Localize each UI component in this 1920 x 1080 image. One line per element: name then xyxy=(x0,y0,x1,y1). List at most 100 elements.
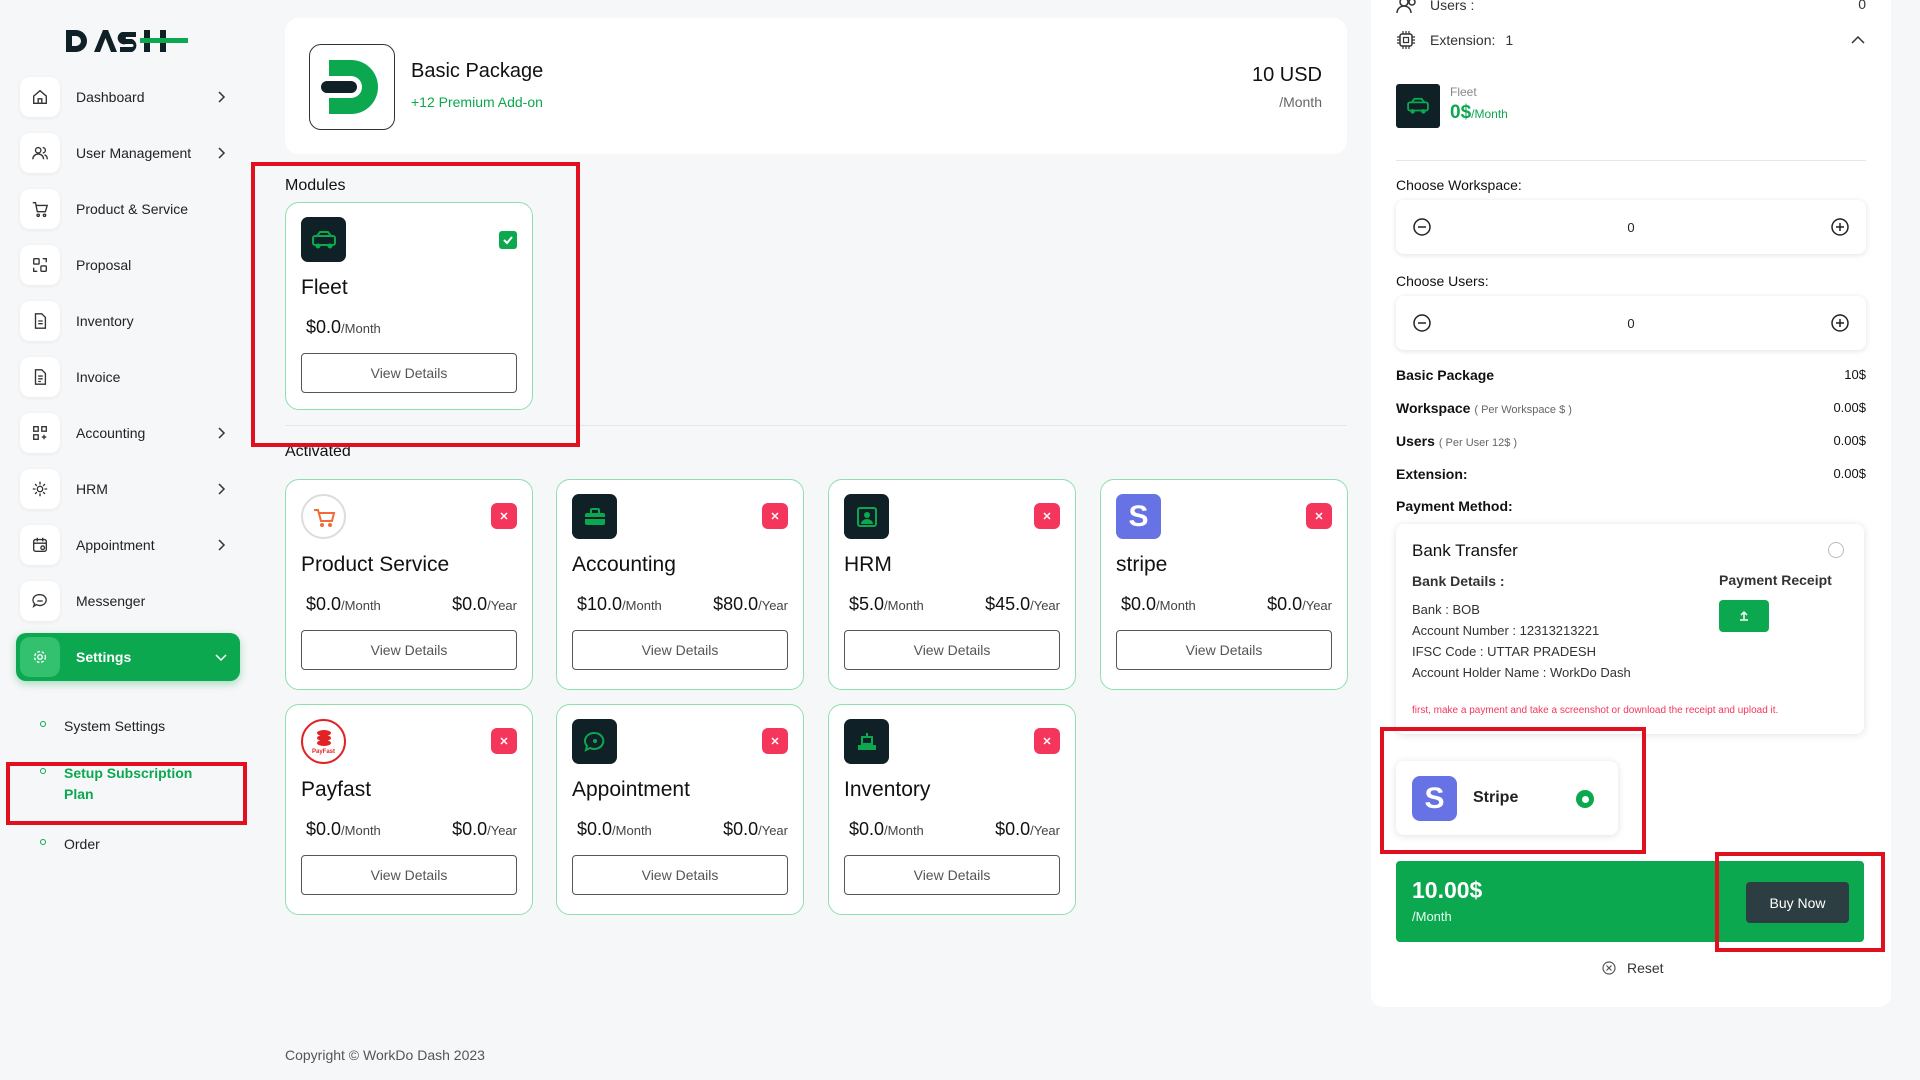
workspace-label: Choose Workspace: xyxy=(1396,177,1522,193)
extension-row[interactable]: Extension: 1 xyxy=(1396,30,1866,50)
chevron-right-icon xyxy=(212,88,230,106)
product-service-logo-icon xyxy=(301,494,346,539)
view-details-button[interactable]: View Details xyxy=(301,855,517,895)
sidebar-item-messenger[interactable]: Messenger xyxy=(16,577,240,625)
payment-receipt-label: Payment Receipt xyxy=(1719,572,1832,588)
stripe-radio[interactable] xyxy=(1576,790,1594,808)
bank-transfer-card[interactable]: Bank Transfer Bank Details : Payment Rec… xyxy=(1396,524,1864,734)
module-card-inventory[interactable]: Inventory $0.0/Month $0.0/Year View Details xyxy=(828,704,1076,915)
sidebar-item-label: Dashboard xyxy=(76,89,145,105)
view-details-button[interactable]: View Details xyxy=(572,855,788,895)
bullet-icon xyxy=(40,768,46,774)
sidebar-subitem-order[interactable]: Order xyxy=(40,834,100,855)
module-card-accounting[interactable]: Accounting $10.0/Month $80.0/Year View Deta… xyxy=(556,479,804,690)
section-divider xyxy=(285,425,1347,426)
users-value[interactable]: 0 xyxy=(1627,316,1634,331)
remove-button[interactable] xyxy=(491,503,517,529)
users-icon xyxy=(1396,0,1416,14)
remove-button[interactable] xyxy=(1034,728,1060,754)
module-name: HRM xyxy=(844,553,892,576)
module-card-fleet[interactable]: Fleet $0.0/Month View Details xyxy=(285,202,533,410)
sidebar-item-proposal[interactable]: Proposal xyxy=(16,241,240,289)
sidebar-item-label: User Management xyxy=(76,145,192,161)
bank-transfer-radio[interactable] xyxy=(1828,542,1844,558)
sidebar-item-hrm[interactable]: HRM xyxy=(16,465,240,513)
chat-icon xyxy=(20,581,60,621)
module-card-product-service[interactable]: Product Service $0.0/Month $0.0/Year View D… xyxy=(285,479,533,690)
sidebar-item-label: Appointment xyxy=(76,537,155,553)
module-price-year: $0.0/Year xyxy=(1267,594,1332,614)
minus-circle-icon[interactable] xyxy=(1412,217,1432,237)
reset-button[interactable]: Reset xyxy=(1601,960,1664,976)
module-name: Accounting xyxy=(572,553,676,576)
module-card-hrm[interactable]: HRM $5.0/Month $45.0/Year View Details xyxy=(828,479,1076,690)
payment-method-label: Payment Method: xyxy=(1396,498,1513,514)
remove-button[interactable] xyxy=(1034,503,1060,529)
users-stepper[interactable]: 0 xyxy=(1396,296,1866,350)
package-logo xyxy=(309,44,395,130)
package-price: 10 USD xyxy=(1251,64,1322,86)
sidebar-item-label: Settings xyxy=(76,649,132,665)
close-icon xyxy=(500,737,508,745)
plus-circle-icon[interactable] xyxy=(1830,313,1850,333)
sidebar-subitem-system-settings[interactable]: System Settings xyxy=(40,716,165,737)
remove-button[interactable] xyxy=(762,728,788,754)
remove-button[interactable] xyxy=(491,728,517,754)
view-details-button[interactable]: View Details xyxy=(301,630,517,670)
view-details-button[interactable]: View Details xyxy=(572,630,788,670)
sidebar-subitem-setup-subscription-plan[interactable]: Setup Subscription Plan xyxy=(40,763,210,805)
payfast-logo-icon: PayFast xyxy=(301,719,346,764)
module-price-year: $0.0/Year xyxy=(452,594,517,614)
module-name: stripe xyxy=(1116,553,1168,576)
chip-icon xyxy=(1397,31,1415,49)
sidebar-item-label: Accounting xyxy=(76,425,146,441)
sidebar-item-invoice[interactable]: Invoice xyxy=(16,353,240,401)
sidebar-item-settings[interactable]: Settings xyxy=(16,633,240,681)
module-price-month: $0.0/Month xyxy=(306,317,381,337)
view-details-button[interactable]: View Details xyxy=(844,630,1060,670)
module-card-stripe[interactable]: Sstripe $0.0/Month $0.0/Year View Details xyxy=(1100,479,1348,690)
minus-circle-icon[interactable] xyxy=(1412,313,1432,333)
workspace-value[interactable]: 0 xyxy=(1627,220,1634,235)
summary-row-users: Users ( Per User 12$ ) 0.00$ xyxy=(1396,433,1866,449)
sidebar-item-product-service[interactable]: Product & Service xyxy=(16,185,240,233)
sidebar-item-inventory[interactable]: Inventory xyxy=(16,297,240,345)
view-details-button[interactable]: View Details xyxy=(1116,630,1332,670)
gear-icon xyxy=(20,637,60,677)
cart-icon xyxy=(20,189,60,229)
sidebar-item-accounting[interactable]: Accounting xyxy=(16,409,240,457)
panel-divider xyxy=(1396,160,1866,161)
fleet-checkbox[interactable] xyxy=(499,231,517,249)
sidebar-item-label: HRM xyxy=(76,481,108,497)
upload-receipt-button[interactable] xyxy=(1719,600,1769,632)
sidebar-item-appointment[interactable]: Appointment xyxy=(16,521,240,569)
remove-button[interactable] xyxy=(762,503,788,529)
package-name: Basic Package xyxy=(411,60,544,82)
dash-logo[interactable] xyxy=(64,26,190,61)
sidebar-item-user-management[interactable]: User Management xyxy=(16,129,240,177)
stripe-logo-icon: S xyxy=(1116,494,1161,539)
chevron-up-icon[interactable] xyxy=(1850,35,1866,45)
module-name: Appointment xyxy=(572,778,690,801)
module-price-year: $0.0/Year xyxy=(995,819,1060,839)
module-name: Inventory xyxy=(844,778,931,801)
buy-now-button[interactable]: Buy Now xyxy=(1746,882,1849,923)
remove-button[interactable] xyxy=(1306,503,1332,529)
bullet-icon xyxy=(40,839,46,845)
workspace-stepper[interactable]: 0 xyxy=(1396,200,1866,254)
module-card-appointment[interactable]: Appointment $0.0/Month $0.0/Year View Detai… xyxy=(556,704,804,915)
home-icon xyxy=(20,77,60,117)
module-card-payfast[interactable]: PayFast Payfast $0.0/Month $0.0/Year View De… xyxy=(285,704,533,915)
view-details-button[interactable]: View Details xyxy=(301,353,517,393)
view-details-button[interactable]: View Details xyxy=(844,855,1060,895)
stripe-option-card[interactable]: S Stripe xyxy=(1396,761,1618,835)
footer-copyright: Copyright © WorkDo Dash 2023 xyxy=(285,1047,485,1063)
sidebar-item-dashboard[interactable]: Dashboard xyxy=(16,73,240,121)
close-icon xyxy=(1043,737,1051,745)
plus-circle-icon[interactable] xyxy=(1830,217,1850,237)
bank-line: Account Number : 12313213221 xyxy=(1412,623,1600,638)
inventory-logo-icon xyxy=(844,719,889,764)
fleet-logo-icon xyxy=(1396,84,1440,128)
module-price-month: $10.0/Month xyxy=(577,594,662,614)
close-icon xyxy=(500,512,508,520)
